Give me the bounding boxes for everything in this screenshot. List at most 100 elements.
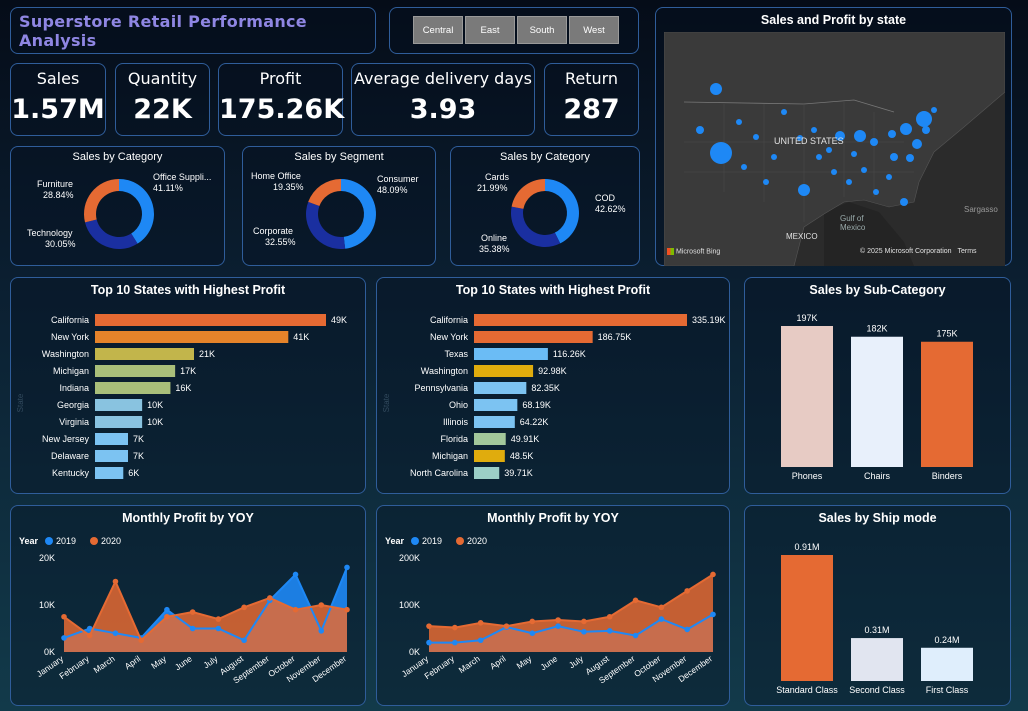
point[interactable] bbox=[658, 616, 665, 622]
bar[interactable] bbox=[95, 348, 194, 360]
point[interactable] bbox=[112, 630, 119, 636]
legend-label[interactable]: 2019 bbox=[422, 536, 442, 546]
point[interactable] bbox=[426, 639, 432, 646]
point[interactable] bbox=[710, 571, 716, 578]
bar[interactable] bbox=[921, 647, 973, 681]
donut-slice-1[interactable] bbox=[511, 206, 561, 247]
point[interactable] bbox=[318, 602, 325, 608]
point[interactable] bbox=[189, 609, 196, 615]
region-button-west[interactable]: West bbox=[569, 16, 619, 44]
point[interactable] bbox=[241, 604, 247, 611]
slice-name: Technology bbox=[27, 228, 73, 238]
monthly-chart-2[interactable]: Year 2019 20200K100K200KJanuaryFebruary Mar… bbox=[377, 506, 731, 707]
point[interactable] bbox=[164, 613, 170, 620]
point[interactable] bbox=[61, 635, 67, 641]
point[interactable] bbox=[477, 620, 484, 626]
bar[interactable] bbox=[474, 433, 506, 445]
point[interactable] bbox=[581, 618, 587, 625]
point[interactable] bbox=[555, 623, 561, 629]
bar[interactable] bbox=[474, 450, 505, 462]
point[interactable] bbox=[555, 617, 561, 623]
point[interactable] bbox=[344, 564, 350, 571]
x-tick-label: May bbox=[149, 653, 169, 671]
donut-slice-0[interactable] bbox=[545, 179, 579, 244]
bar[interactable] bbox=[474, 467, 500, 479]
donut-slice-2[interactable] bbox=[84, 179, 119, 223]
bar[interactable] bbox=[95, 314, 326, 326]
bar[interactable] bbox=[95, 450, 128, 462]
donut-slice-2[interactable] bbox=[511, 179, 545, 209]
region-button-central[interactable]: Central bbox=[413, 16, 463, 44]
point[interactable] bbox=[477, 637, 484, 644]
point[interactable] bbox=[632, 597, 639, 604]
legend-label[interactable]: 2020 bbox=[467, 536, 487, 546]
point[interactable] bbox=[684, 626, 690, 633]
region-button-south[interactable]: South bbox=[517, 16, 567, 44]
donut-slice-0[interactable] bbox=[119, 179, 155, 244]
donut-slice-0[interactable] bbox=[341, 179, 376, 249]
terms-link[interactable]: Terms bbox=[958, 248, 977, 255]
bar[interactable] bbox=[95, 382, 171, 394]
bar[interactable] bbox=[474, 331, 593, 343]
bar[interactable] bbox=[474, 348, 548, 360]
point[interactable] bbox=[452, 624, 458, 631]
top-states-chart-2[interactable]: State California 335.19K New York 186.75K Tex… bbox=[377, 278, 731, 495]
point[interactable] bbox=[138, 637, 144, 644]
point[interactable] bbox=[241, 637, 247, 644]
point[interactable] bbox=[658, 604, 665, 611]
point[interactable] bbox=[215, 616, 222, 622]
point[interactable] bbox=[86, 632, 93, 639]
legend-label[interactable]: 2019 bbox=[56, 536, 76, 546]
point[interactable] bbox=[529, 630, 536, 636]
legend-label[interactable]: 2020 bbox=[101, 536, 121, 546]
top-states-chart-1[interactable]: State California 49K New York 41K Washington 2… bbox=[11, 278, 367, 495]
donut-chart-segment[interactable] bbox=[243, 147, 437, 267]
point[interactable] bbox=[318, 628, 325, 634]
monthly-chart-1[interactable]: Year 2019 20200K10K20KJanuaryFebruary March… bbox=[11, 506, 367, 707]
point[interactable] bbox=[189, 625, 196, 632]
bar[interactable] bbox=[474, 416, 515, 428]
bar[interactable] bbox=[95, 331, 289, 343]
bar[interactable] bbox=[474, 314, 687, 326]
point[interactable] bbox=[606, 628, 613, 634]
bar[interactable] bbox=[851, 638, 903, 681]
x-tick-label: June bbox=[173, 653, 194, 672]
point[interactable] bbox=[61, 613, 67, 620]
point[interactable] bbox=[710, 611, 716, 618]
donut-slice-2[interactable] bbox=[308, 179, 341, 207]
bar[interactable] bbox=[95, 399, 143, 411]
point[interactable] bbox=[215, 625, 222, 632]
bar[interactable] bbox=[781, 326, 833, 467]
bar[interactable] bbox=[921, 341, 973, 467]
point[interactable] bbox=[344, 606, 350, 613]
bar[interactable] bbox=[474, 365, 534, 377]
point[interactable] bbox=[606, 613, 613, 620]
region-button-east[interactable]: East bbox=[465, 16, 515, 44]
subcategory-chart[interactable]: 197K Phones 182K Chairs 175K Binders bbox=[745, 278, 1012, 495]
point[interactable] bbox=[632, 632, 639, 639]
bar[interactable] bbox=[781, 555, 833, 681]
bar[interactable] bbox=[95, 433, 128, 445]
point[interactable] bbox=[292, 571, 299, 578]
point[interactable] bbox=[503, 623, 510, 629]
point[interactable] bbox=[292, 606, 299, 613]
donut-slice-1[interactable] bbox=[85, 219, 138, 249]
map-canvas[interactable]: UNITED STATES Gulf of Mexico MEXICO Sarg… bbox=[664, 32, 1005, 266]
bar[interactable] bbox=[95, 416, 143, 428]
point[interactable] bbox=[164, 606, 170, 613]
y-tick-label: North Carolina bbox=[410, 468, 468, 478]
bar[interactable] bbox=[474, 399, 518, 411]
bar[interactable] bbox=[851, 336, 903, 467]
bar[interactable] bbox=[95, 365, 176, 377]
point[interactable] bbox=[267, 595, 273, 601]
point[interactable] bbox=[684, 588, 690, 594]
bar[interactable] bbox=[474, 382, 527, 394]
point[interactable] bbox=[529, 618, 536, 625]
point[interactable] bbox=[581, 628, 587, 635]
point[interactable] bbox=[452, 639, 458, 646]
point[interactable] bbox=[426, 623, 432, 629]
shipmode-chart[interactable]: 0.91M Standard Class 0.31M Second Class 0.24… bbox=[745, 506, 1012, 707]
point[interactable] bbox=[112, 578, 119, 585]
bar[interactable] bbox=[95, 467, 124, 479]
donut-slice-1[interactable] bbox=[306, 201, 346, 249]
